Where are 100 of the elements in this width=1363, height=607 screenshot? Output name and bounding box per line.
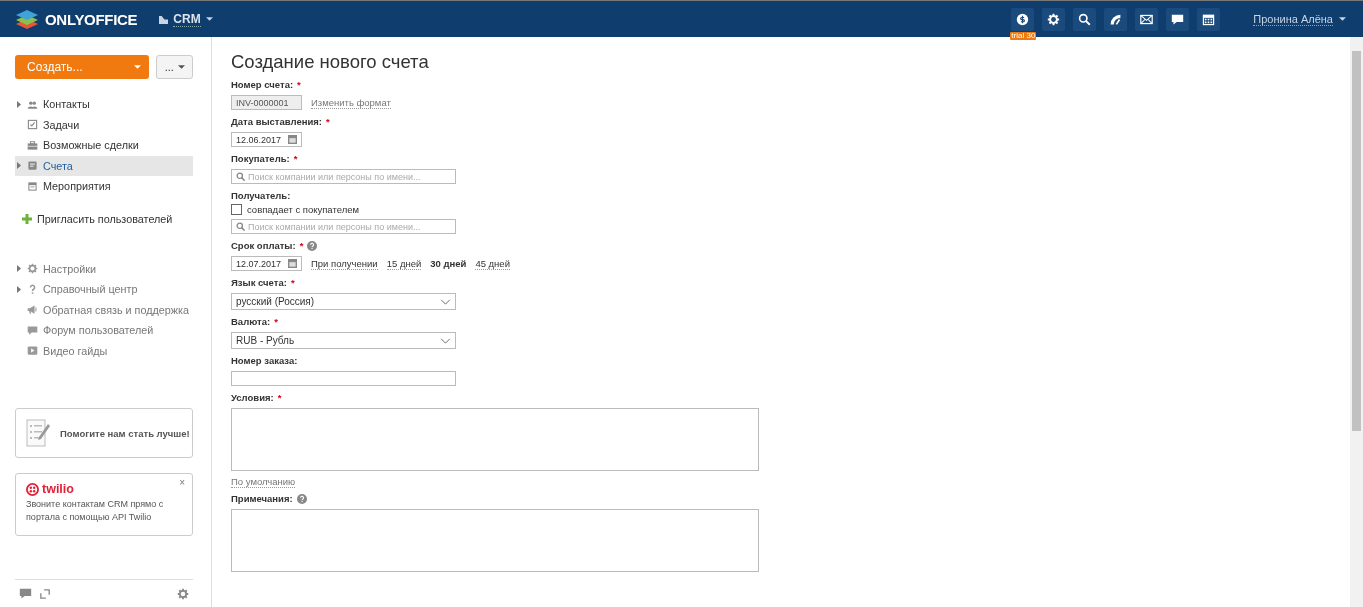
calendar-icon [1202, 12, 1216, 26]
page-title: Создание нового счета [231, 51, 430, 73]
expand-arrow-icon [17, 100, 21, 108]
calendar-icon [288, 259, 297, 268]
expand-icon [40, 588, 50, 599]
mail-button[interactable] [1135, 7, 1159, 31]
chart-icon [159, 14, 169, 24]
expand-arrow-icon [17, 162, 21, 170]
calendar-button[interactable] [1197, 7, 1221, 31]
required-mark: * [297, 79, 301, 90]
invite-link[interactable]: Пригласить пользователей [22, 212, 173, 225]
dropdown[interactable]: RUB - Рубль [231, 332, 456, 349]
question-icon [27, 283, 38, 295]
coin-icon [1016, 12, 1030, 26]
checkbox-icon [27, 119, 38, 131]
search-icon [236, 172, 245, 181]
nav-item[interactable]: Мероприятия [15, 176, 193, 197]
feedback-card[interactable]: Помогите нам стать лучше! [15, 408, 193, 458]
chevron-down-icon [440, 337, 451, 344]
help-item[interactable]: Форум пользователей [15, 320, 193, 341]
field-label: Получатель: [231, 190, 291, 201]
required-mark: * [326, 116, 330, 127]
briefcase-icon [27, 139, 38, 151]
link[interactable]: Изменить формат [311, 96, 391, 109]
close-button[interactable]: × [179, 477, 185, 488]
settings-icon [177, 587, 189, 600]
plus-icon [22, 213, 32, 224]
field-label: Язык счета: [231, 277, 287, 288]
field-label: Номер счета: [231, 79, 294, 90]
help-icon [296, 493, 307, 504]
expand-arrow-icon [17, 285, 21, 293]
required-mark: * [299, 240, 304, 251]
calendar-icon [27, 180, 38, 192]
chat-button[interactable] [1166, 7, 1190, 31]
user-name[interactable]: Пронина Алёна [1253, 12, 1333, 26]
checkbox[interactable] [231, 204, 242, 215]
expand-arrow-icon [17, 265, 21, 273]
help-icon [307, 240, 318, 251]
chat-icon [19, 587, 32, 600]
brand-text: twilio [42, 482, 74, 496]
play-icon [27, 345, 38, 357]
chat-icon [1171, 12, 1185, 26]
settings-button[interactable] [1042, 7, 1066, 31]
nav-item[interactable]: Возможные сделки [15, 135, 193, 156]
megaphone-icon [27, 304, 38, 316]
term-link[interactable]: 15 дней [386, 257, 422, 270]
mail-icon [1140, 12, 1154, 26]
field-label: Валюта: [231, 316, 271, 327]
feedback-text: Помогите нам стать лучше! [60, 427, 190, 439]
scrollbar-thumb[interactable] [1352, 51, 1361, 431]
checkbox-label: совпадает с покупателем [247, 204, 360, 215]
chevron-down-icon [440, 298, 451, 305]
form-pencil-icon [26, 419, 50, 447]
search-button[interactable] [1073, 7, 1097, 31]
help-item[interactable]: Обратная связь и поддержка [15, 299, 193, 320]
search-icon [1078, 12, 1092, 26]
term-link[interactable]: При получении [311, 257, 378, 270]
field-label: Номер заказа: [231, 355, 298, 366]
help-item[interactable]: Справочный центр [15, 279, 193, 300]
caret-icon [134, 65, 142, 69]
field-label: Условия: [231, 392, 274, 403]
trial-badge: trial 30 [1010, 31, 1037, 40]
required-mark: * [277, 392, 282, 403]
calendar-icon [288, 135, 297, 144]
dropdown[interactable]: русский (Россия) [231, 293, 456, 310]
promo-text: Звоните контактам CRM прямо с портала с помощью API Twilio [26, 498, 165, 524]
required-mark: * [290, 277, 295, 288]
caret-icon [177, 65, 185, 69]
settings-icon [27, 263, 38, 275]
search-icon [236, 222, 245, 231]
date-field[interactable]: 12.07.2017 [231, 256, 302, 271]
required-mark: * [274, 316, 278, 327]
field-label: Примечания: [231, 493, 293, 504]
term-option[interactable]: 30 дней [430, 258, 467, 269]
more-button[interactable]: ... [156, 55, 193, 79]
dotted-circle-icon [26, 482, 39, 496]
invoice-number-field: INV-0000001 [231, 95, 302, 110]
people-icon [27, 98, 38, 110]
chat-icon [27, 324, 38, 336]
payment-button[interactable] [1011, 7, 1035, 31]
link[interactable]: По умолчанию [231, 476, 296, 488]
settings-icon [1047, 12, 1061, 26]
help-item[interactable]: Видео гайды [15, 340, 193, 361]
stack-logo-icon [15, 9, 39, 29]
help-item[interactable]: Настройки [15, 258, 193, 279]
field-label: Покупатель: [231, 153, 290, 164]
module-switcher[interactable]: CRM [173, 11, 201, 27]
feed-button[interactable] [1104, 7, 1128, 31]
text-field[interactable] [231, 371, 456, 386]
nav-item[interactable]: Задачи [15, 114, 193, 135]
required-mark: * [293, 153, 298, 164]
term-link[interactable]: 45 дней [475, 257, 510, 270]
document-icon [27, 160, 38, 172]
field-label: Дата выставления: [231, 116, 322, 127]
caret-icon [1339, 17, 1346, 21]
field-label: Срок оплаты: [231, 240, 296, 251]
nav-item[interactable]: Контакты [15, 94, 193, 115]
caret-icon [205, 17, 213, 21]
date-field[interactable]: 12.06.2017 [231, 132, 302, 147]
nav-item[interactable]: Счета [15, 155, 193, 176]
